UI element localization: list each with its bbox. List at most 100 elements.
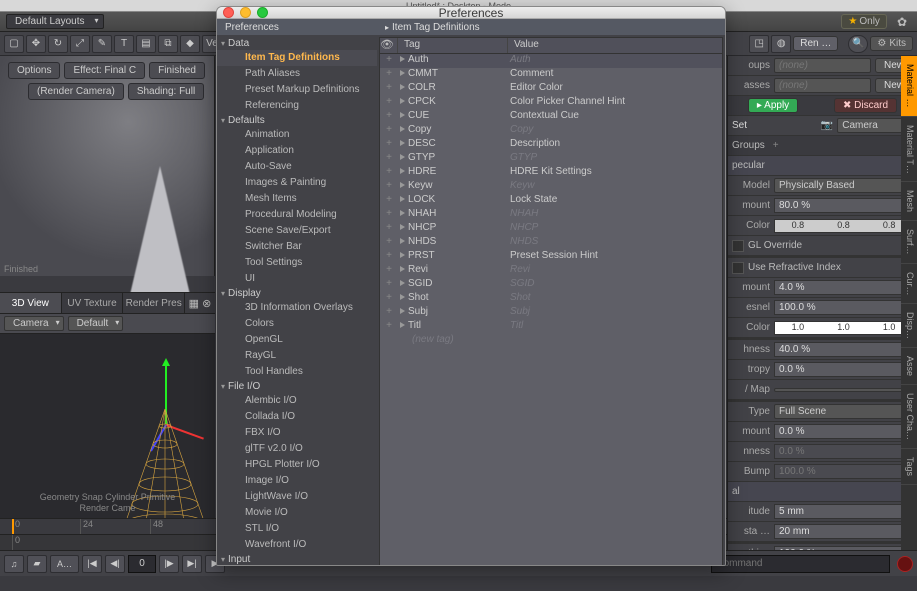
gl-override-check[interactable]	[732, 240, 744, 252]
tab-cur[interactable]: Cur…	[901, 264, 917, 305]
tab-material-t[interactable]: Material T…	[901, 117, 917, 183]
scene-icon[interactable]: ◳	[749, 35, 769, 53]
pref-item[interactable]: Wavefront I/O	[217, 537, 377, 553]
pref-item[interactable]: Colors	[217, 316, 377, 332]
tool-rotate-icon[interactable]: ↻	[48, 35, 68, 53]
camera-dropdown[interactable]: Camera	[4, 316, 64, 331]
pref-item[interactable]: Referencing	[217, 98, 377, 114]
pref-category[interactable]: Display	[217, 287, 377, 300]
pref-category[interactable]: File I/O	[217, 380, 377, 393]
tag-row[interactable]: +ReviRevi	[380, 264, 722, 278]
record-button[interactable]	[897, 556, 913, 572]
tag-row[interactable]: +CUEContextual Cue	[380, 110, 722, 124]
thing-field[interactable]: 100.0 %	[774, 546, 913, 550]
eye-column[interactable]: 👁	[380, 38, 398, 53]
refractive-check[interactable]	[732, 262, 744, 274]
go-start-icon[interactable]: |◀	[82, 555, 102, 573]
pref-item[interactable]: Application	[217, 143, 377, 159]
pref-item[interactable]: Tool Handles	[217, 364, 377, 380]
tab-asse[interactable]: Asse	[901, 348, 917, 385]
groups-dd[interactable]: (none)	[774, 58, 871, 73]
options-button[interactable]: Options	[8, 62, 60, 79]
pref-item[interactable]: OpenGL	[217, 332, 377, 348]
pref-item[interactable]: LightWave I/O	[217, 489, 377, 505]
pref-category[interactable]: Data	[217, 37, 377, 50]
pref-item[interactable]: Tool Settings	[217, 255, 377, 271]
tag-row[interactable]: +CopyCopy	[380, 124, 722, 138]
3d-viewport[interactable]: Geometry Snap Cylinder PrimitiveRender C…	[0, 334, 215, 518]
pref-item[interactable]: Procedural Modeling	[217, 207, 377, 223]
tab-uv-texture[interactable]: UV Texture	[62, 293, 124, 313]
tab-material[interactable]: Material …	[901, 56, 917, 117]
apply-button[interactable]: ▸ Apply	[748, 98, 798, 113]
settings-gear-icon[interactable]: ✿	[893, 15, 911, 29]
tag-row[interactable]: +COLREditor Color	[380, 82, 722, 96]
pref-item[interactable]: 3D Information Overlays	[217, 300, 377, 316]
sta-field[interactable]: 20 mm	[774, 524, 913, 539]
color-field[interactable]: 0.80.80.8	[774, 219, 913, 233]
pref-category[interactable]: Defaults	[217, 114, 377, 127]
pref-item[interactable]: Path Aliases	[217, 66, 377, 82]
pref-item[interactable]: Images & Painting	[217, 175, 377, 191]
anisotropy-field[interactable]: 0.0 %	[774, 362, 913, 377]
type-dd[interactable]: Full Scene	[774, 404, 913, 419]
amount-field[interactable]: 80.0 %	[774, 198, 913, 213]
tab-3d-view[interactable]: 3D View	[0, 293, 62, 313]
pref-item[interactable]: Mesh Items	[217, 191, 377, 207]
pref-item[interactable]: RayGL	[217, 348, 377, 364]
tag-row[interactable]: +GTYPGTYP	[380, 152, 722, 166]
tool-dup-icon[interactable]: ⧉	[158, 35, 178, 53]
tag-row[interactable]: +DESCDescription	[380, 138, 722, 152]
passes-dd[interactable]: (none)	[774, 78, 871, 93]
tool-shield-icon[interactable]: ◆	[180, 35, 200, 53]
search-icon[interactable]: 🔍	[848, 35, 868, 53]
fresnel-field[interactable]: 100.0 %	[774, 300, 913, 315]
tab-render-presets[interactable]: Render Pres …	[123, 293, 185, 313]
pref-item[interactable]: Scene Save/Export	[217, 223, 377, 239]
tab-mesh[interactable]: Mesh	[901, 182, 917, 221]
tab-grid-options[interactable]: ▦ ⊗	[185, 293, 215, 313]
amount3-field[interactable]: 0.0 %	[774, 424, 913, 439]
pref-category[interactable]: Input	[217, 553, 377, 566]
only-toggle[interactable]: ★Only	[841, 14, 887, 29]
pref-item[interactable]: Item Tag Definitions	[217, 50, 377, 66]
value-column-header[interactable]: Value	[508, 38, 722, 53]
pref-item[interactable]: Movie I/O	[217, 505, 377, 521]
pref-item[interactable]: Preset Markup Definitions	[217, 82, 377, 98]
layouts-dropdown[interactable]: Default Layouts	[6, 14, 104, 29]
tag-column-header[interactable]: Tag	[398, 38, 508, 53]
tag-row[interactable]: +NHAHNHAH	[380, 208, 722, 222]
tag-row[interactable]: +KeywKeyw	[380, 180, 722, 194]
shading-button[interactable]: Shading: Full	[128, 83, 204, 100]
kits-button[interactable]: ⚙ Kits	[870, 36, 913, 51]
tool-edit-icon[interactable]: ✎	[92, 35, 112, 53]
step-fwd-icon[interactable]: |▶	[159, 555, 179, 573]
tag-row[interactable]: +HDREHDRE Kit Settings	[380, 166, 722, 180]
tag-row[interactable]: +CMMTComment	[380, 68, 722, 82]
tag-row[interactable]: +NHCPNHCP	[380, 222, 722, 236]
effect-button[interactable]: Effect: Final C	[64, 62, 145, 79]
tag-row[interactable]: +AuthAuth	[380, 54, 722, 68]
color2-field[interactable]: 1.01.01.0	[774, 321, 913, 335]
tag-row[interactable]: +NHDSNHDS	[380, 236, 722, 250]
command-field[interactable]	[711, 555, 890, 573]
gradient-icon[interactable]: ▰	[27, 555, 47, 573]
render-camera-button[interactable]: (Render Camera)	[28, 83, 124, 100]
tag-row[interactable]: +SGIDSGID	[380, 278, 722, 292]
tool-cube-icon[interactable]: ▢	[4, 35, 24, 53]
tag-row[interactable]: +SubjSubj	[380, 306, 722, 320]
pref-item[interactable]: Switcher Bar	[217, 239, 377, 255]
new-tag-row[interactable]: (new tag)	[380, 334, 722, 348]
tool-scale-icon[interactable]: ⤢	[70, 35, 90, 53]
pref-item[interactable]: Collada I/O	[217, 409, 377, 425]
channel-a-dropdown[interactable]: A…	[50, 555, 79, 573]
roughness-field[interactable]: 40.0 %	[774, 342, 913, 357]
pref-titlebar[interactable]: Preferences	[217, 7, 725, 19]
map-dd[interactable]	[774, 388, 913, 392]
earth-icon[interactable]: ◍	[771, 35, 791, 53]
amount2-field[interactable]: 4.0 %	[774, 280, 913, 295]
pref-item[interactable]: FBX I/O	[217, 425, 377, 441]
pref-item[interactable]: Animation	[217, 127, 377, 143]
tab-surf[interactable]: Surf…	[901, 221, 917, 264]
pref-item[interactable]: Alembic I/O	[217, 393, 377, 409]
